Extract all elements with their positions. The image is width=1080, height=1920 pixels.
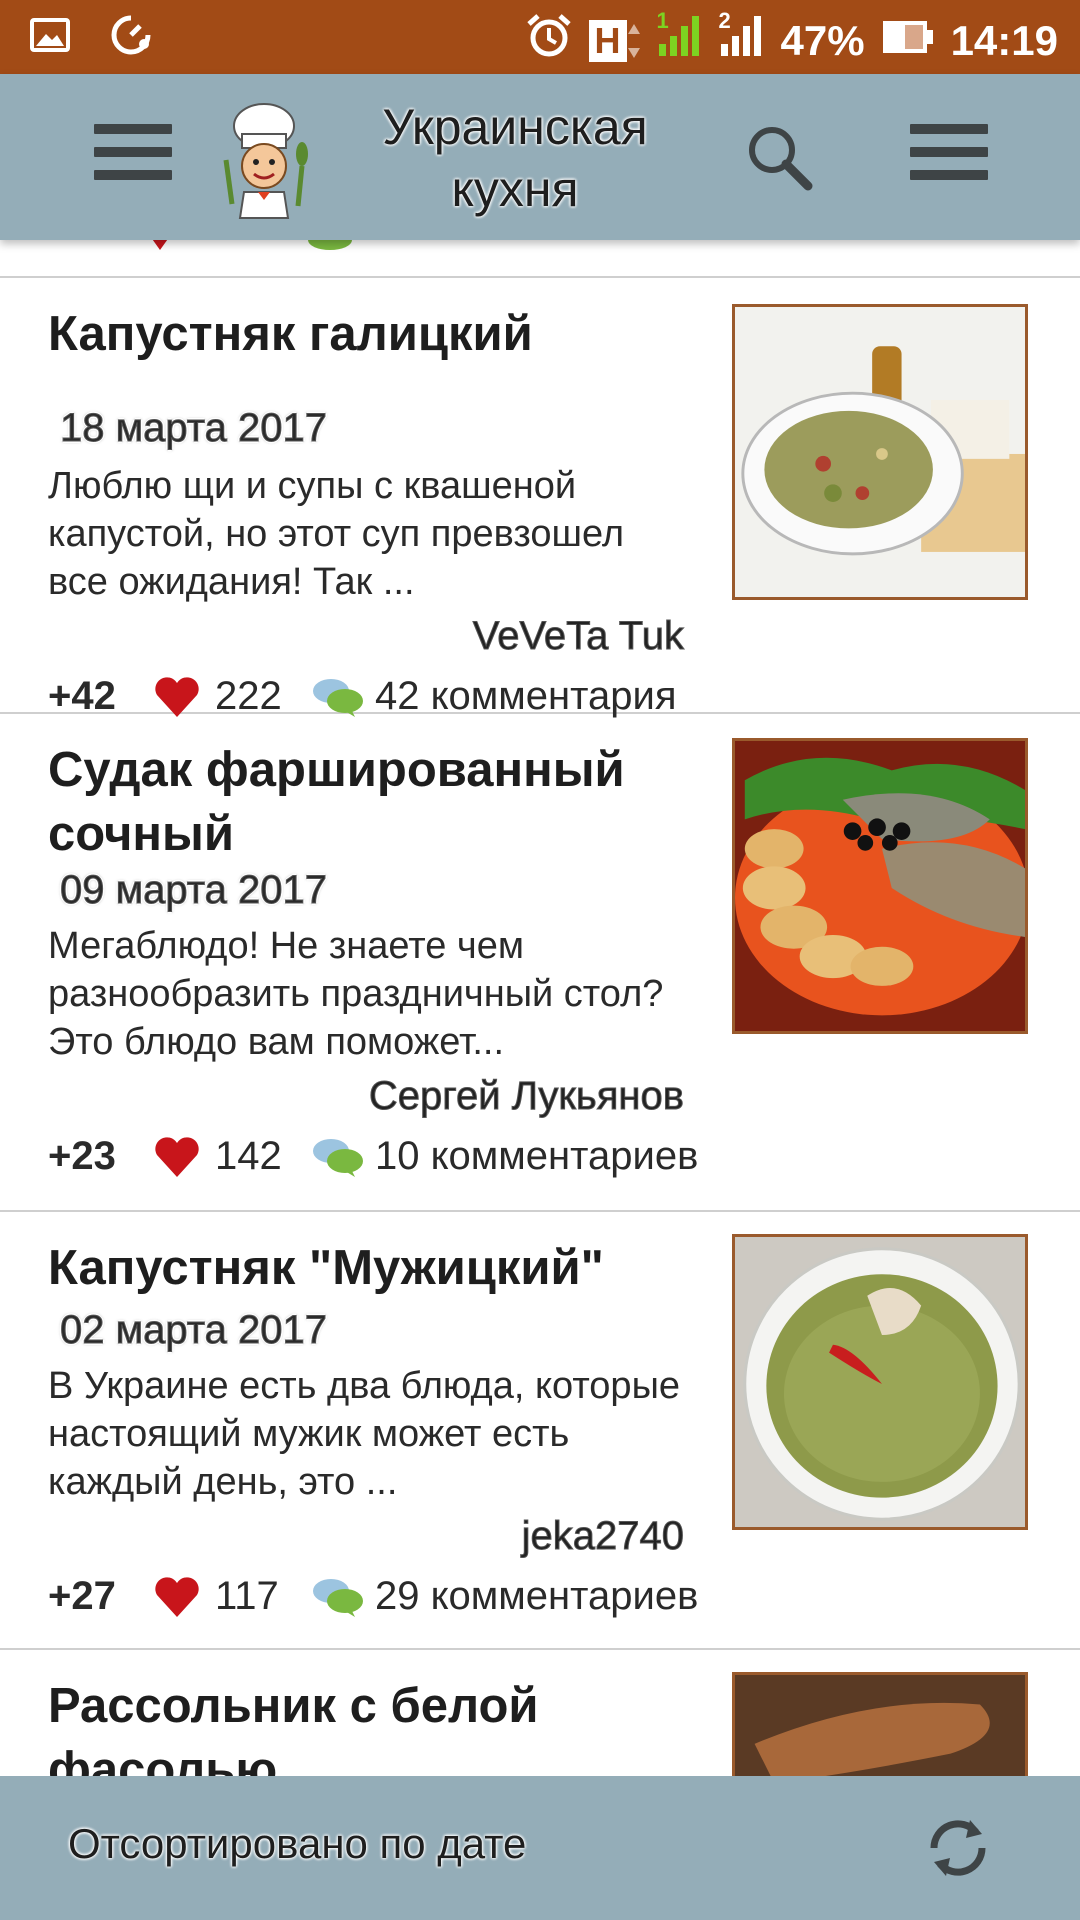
data-saver-icon bbox=[110, 14, 152, 61]
sort-label[interactable]: Отсортировано по дате bbox=[68, 1820, 526, 1868]
recipe-stats: +42 222 42 комментария bbox=[48, 674, 677, 719]
recipe-author[interactable]: jeka2740 bbox=[521, 1514, 684, 1559]
signal-sim2-icon: 2 bbox=[719, 8, 765, 68]
recipe-title[interactable]: Капустняк галицкий bbox=[48, 302, 688, 366]
recipe-thumbnail[interactable] bbox=[732, 738, 1028, 1034]
recipe-comments[interactable]: 42 комментария bbox=[375, 674, 677, 719]
chef-logo[interactable] bbox=[218, 100, 310, 220]
previous-card-remnant bbox=[0, 240, 1080, 278]
alarm-icon bbox=[525, 12, 573, 70]
recipe-thumbnail[interactable] bbox=[732, 1234, 1028, 1530]
status-bar: H 1 2 47% 14:19 bbox=[0, 0, 1080, 74]
battery-icon bbox=[881, 17, 935, 65]
app-title: Украинская кухня bbox=[382, 99, 648, 217]
overflow-menu-icon[interactable] bbox=[910, 124, 988, 180]
clock: 14:19 bbox=[950, 17, 1058, 64]
battery-percent: 47% bbox=[780, 17, 865, 64]
recipe-title[interactable]: Судак фаршированный сочный bbox=[48, 738, 688, 866]
recipe-card[interactable]: Судак фаршированный сочный 09 марта 2017… bbox=[0, 714, 1080, 1212]
recipe-description: Мегаблюдо! Не знаете чем разнообразить п… bbox=[48, 925, 664, 1063]
search-icon[interactable] bbox=[742, 120, 816, 194]
recipe-rating: +23 bbox=[48, 1134, 116, 1178]
recipe-stats: +27 117 29 комментариев bbox=[48, 1574, 698, 1619]
recipe-rating: +42 bbox=[48, 674, 116, 718]
recipe-date: 02 марта 2017 bbox=[60, 1308, 328, 1353]
heart-icon[interactable] bbox=[153, 675, 201, 719]
recipe-likes: 222 bbox=[215, 674, 282, 718]
recipe-thumbnail[interactable] bbox=[732, 304, 1028, 600]
recipe-card[interactable]: Капустняк галицкий 18 марта 2017 Люблю щ… bbox=[0, 278, 1080, 718]
recipe-date: 09 марта 2017 bbox=[60, 868, 328, 913]
recipe-description: В Украине есть два блюда, которые настоя… bbox=[48, 1365, 681, 1503]
menu-icon[interactable] bbox=[94, 124, 172, 180]
app-bar: Украинская кухня bbox=[0, 74, 1080, 240]
recipe-rating: +27 bbox=[48, 1574, 116, 1618]
signal-sim1-icon: 1 bbox=[657, 8, 703, 68]
recipe-author[interactable]: Сергей Лукьянов bbox=[368, 1074, 684, 1119]
comments-icon[interactable] bbox=[311, 1575, 365, 1619]
recipe-comments[interactable]: 29 комментариев bbox=[375, 1574, 698, 1619]
network-type-badge: H bbox=[588, 20, 641, 62]
heart-icon[interactable] bbox=[153, 1575, 201, 1619]
image-icon bbox=[30, 18, 70, 57]
recipe-card[interactable]: Капустняк "Мужицкий" 02 марта 2017 В Укр… bbox=[0, 1212, 1080, 1650]
recipe-likes: 142 bbox=[215, 1134, 282, 1178]
comments-icon[interactable] bbox=[311, 675, 365, 719]
refresh-icon[interactable] bbox=[920, 1810, 996, 1886]
recipe-stats: +23 142 10 комментариев bbox=[48, 1134, 698, 1179]
heart-icon[interactable] bbox=[153, 1135, 201, 1179]
recipe-title[interactable]: Капустняк "Мужицкий" bbox=[48, 1236, 688, 1300]
recipe-likes: 117 bbox=[215, 1574, 279, 1618]
recipe-list: Капустняк галицкий 18 марта 2017 Люблю щ… bbox=[0, 240, 1080, 1850]
recipe-comments[interactable]: 10 комментариев bbox=[375, 1134, 698, 1179]
recipe-description: Люблю щи и супы с квашеной капустой, но … bbox=[48, 465, 625, 603]
recipe-author[interactable]: VeVeTa Tuk bbox=[472, 614, 684, 659]
comments-icon[interactable] bbox=[311, 1135, 365, 1179]
recipe-date: 18 марта 2017 bbox=[60, 406, 328, 451]
bottom-bar: Отсортировано по дате bbox=[0, 1776, 1080, 1920]
